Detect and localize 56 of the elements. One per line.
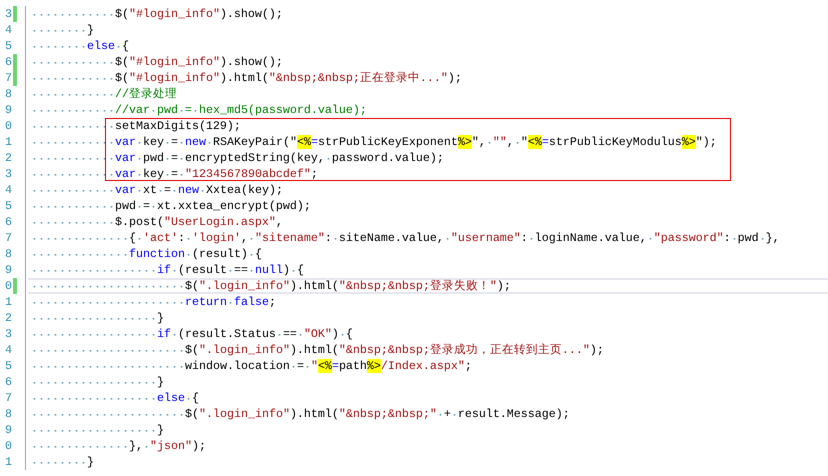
line-number: 4 bbox=[5, 342, 12, 358]
code-line: $(".login_info").html("&nbsp;&nbsp;登录成功，正在转到主页..."); bbox=[31, 342, 604, 358]
code-line: $("#login_info").html("&nbsp;&nbsp;正在登录中..."); bbox=[31, 70, 462, 86]
line-number: 3 bbox=[5, 166, 12, 182]
line-number: 4 bbox=[5, 182, 12, 198]
line-number: 9 bbox=[5, 262, 12, 278]
line-number: 6 bbox=[5, 54, 12, 70]
line-number: 7 bbox=[5, 70, 12, 86]
code-line: var key = "1234567890abcdef"; bbox=[31, 166, 318, 182]
code-line: } bbox=[31, 422, 164, 438]
line-number: 7 bbox=[5, 230, 12, 246]
line-number: 0 bbox=[5, 438, 12, 454]
code-line: else { bbox=[31, 390, 199, 406]
code-line: $("#login_info").show(); bbox=[31, 54, 283, 70]
code-line: } bbox=[31, 22, 94, 38]
code-line: setMaxDigits(129); bbox=[31, 118, 241, 134]
code-line: if (result.Status == "OK") { bbox=[31, 326, 353, 342]
code-line: } bbox=[31, 454, 94, 470]
line-number: 4 bbox=[5, 22, 12, 38]
line-number: 0 bbox=[5, 118, 12, 134]
line-number: 3 bbox=[5, 6, 12, 22]
line-number: 2 bbox=[5, 310, 12, 326]
line-number: 1 bbox=[5, 454, 12, 470]
code-line: if (result == null) { bbox=[31, 262, 304, 278]
code-line: { 'act': 'login', "sitename": siteName.value, "username": loginName.value, "password": pwd }, bbox=[31, 230, 780, 246]
line-number: 5 bbox=[5, 198, 12, 214]
line-number: 9 bbox=[5, 102, 12, 118]
code-line: $.post("UserLogin.aspx", bbox=[31, 214, 283, 230]
line-number: 8 bbox=[5, 406, 12, 422]
code-line: var pwd = encryptedString(key, password.value); bbox=[31, 150, 444, 166]
line-number: 1 bbox=[5, 134, 12, 150]
line-number: 0 bbox=[5, 278, 12, 294]
code-line: var xt = new Xxtea(key); bbox=[31, 182, 283, 198]
line-number: 2 bbox=[5, 150, 12, 166]
line-number: 3 bbox=[5, 326, 12, 342]
line-number: 6 bbox=[5, 374, 12, 390]
line-number: 5 bbox=[5, 38, 12, 54]
code-line: }, "json"); bbox=[31, 438, 206, 454]
code-line: //登录处理 bbox=[31, 86, 177, 102]
code-line: else { bbox=[31, 38, 129, 54]
code-line: } bbox=[31, 310, 164, 326]
line-number: 9 bbox=[5, 422, 12, 438]
code-line: } bbox=[31, 374, 164, 390]
line-number: 5 bbox=[5, 358, 12, 374]
code-line: return false; bbox=[31, 294, 276, 310]
code-line: $(".login_info").html("&nbsp;&nbsp;登录失败！"); bbox=[31, 280, 511, 292]
line-number: 7 bbox=[5, 390, 12, 406]
code-line: $("#login_info").show(); bbox=[31, 6, 283, 22]
line-number: 8 bbox=[5, 86, 12, 102]
code-line: pwd = xt.xxtea_encrypt(pwd); bbox=[31, 198, 311, 214]
line-number: 8 bbox=[5, 246, 12, 262]
code-line: //var pwd = hex_md5(password.value); bbox=[31, 102, 367, 118]
line-number: 1 bbox=[5, 294, 12, 310]
code-line: $(".login_info").html("&nbsp;&nbsp;" + result.Message); bbox=[31, 406, 570, 422]
code-line: function (result) { bbox=[31, 246, 262, 262]
line-number: 6 bbox=[5, 214, 12, 230]
